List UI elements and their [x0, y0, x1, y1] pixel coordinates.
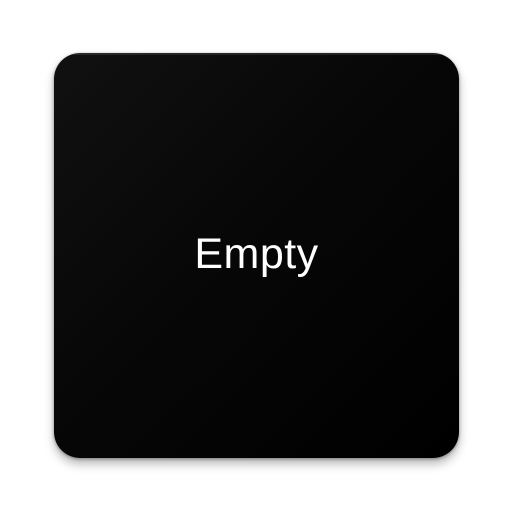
canvas: Empty: [0, 0, 512, 512]
app-icon[interactable]: Empty: [54, 53, 459, 458]
app-icon-label: Empty: [194, 230, 319, 278]
